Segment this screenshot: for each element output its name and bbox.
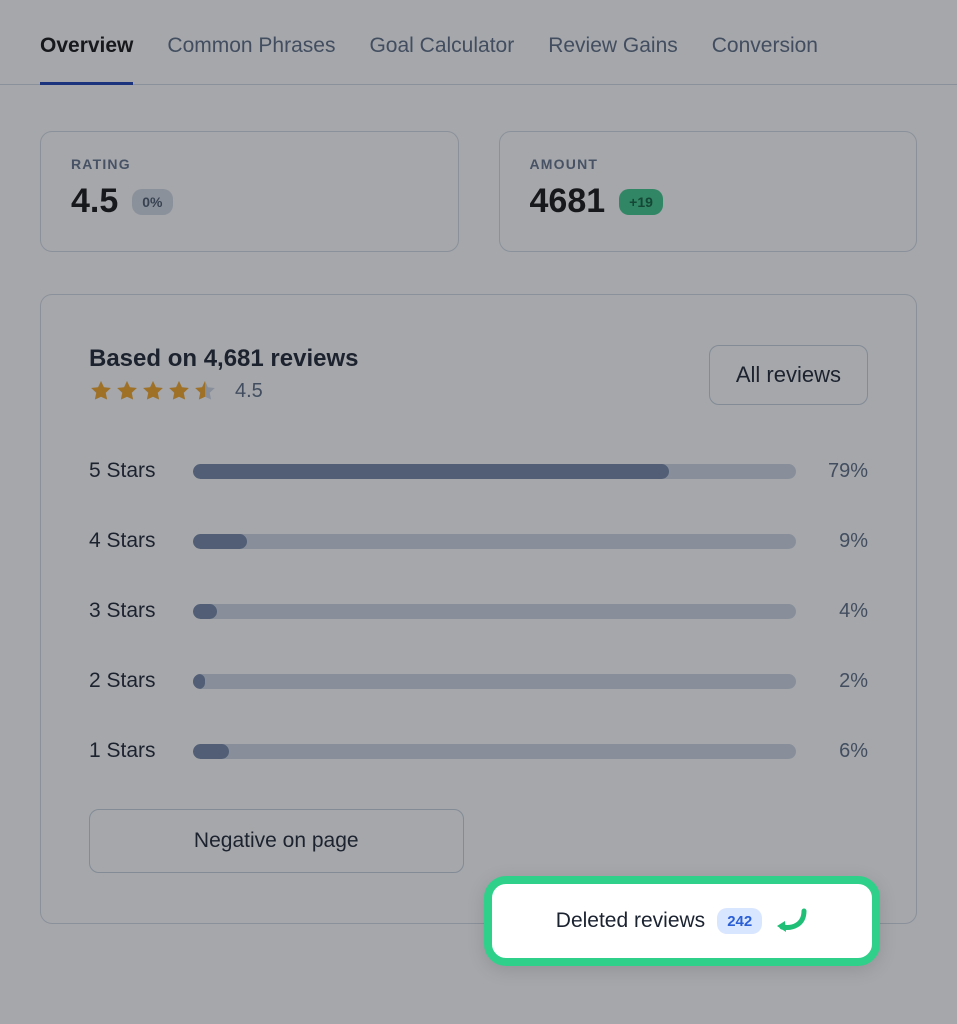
dist-bar-fill (193, 674, 205, 689)
stat-cards-row: RATING 4.5 0% AMOUNT 4681 +19 (0, 85, 957, 252)
dist-bar-fill (193, 534, 247, 549)
dist-row[interactable]: 1 Stars 6% (89, 739, 868, 763)
reviews-header: Based on 4,681 reviews 4.5 All reviews (89, 345, 868, 405)
dist-row[interactable]: 4 Stars 9% (89, 529, 868, 553)
dist-row[interactable]: 5 Stars 79% (89, 459, 868, 483)
amount-value: 4681 (530, 182, 606, 221)
stars-row: 4.5 (89, 379, 358, 403)
dist-row[interactable]: 2 Stars 2% (89, 669, 868, 693)
dist-bar (193, 464, 796, 479)
tab-conversion[interactable]: Conversion (712, 34, 818, 84)
dist-bar (193, 534, 796, 549)
amount-delta-pill: +19 (619, 189, 663, 215)
stars-rating-number: 4.5 (235, 380, 263, 403)
star-icon (167, 379, 191, 403)
arrow-curve-icon (774, 907, 808, 935)
deleted-reviews-label: Deleted reviews (556, 909, 705, 933)
dist-bar (193, 604, 796, 619)
rating-card: RATING 4.5 0% (40, 131, 459, 252)
rating-distribution: 5 Stars 79% 4 Stars 9% 3 Stars 4% 2 Stars 2% 1 S… (89, 459, 868, 763)
rating-card-value-row: 4.5 0% (71, 182, 428, 221)
amount-card-value-row: 4681 +19 (530, 182, 887, 221)
dist-row-pct: 2% (810, 670, 868, 693)
dist-row-label: 4 Stars (89, 529, 179, 553)
dist-row-pct: 4% (810, 600, 868, 623)
dist-row-label: 5 Stars (89, 459, 179, 483)
tab-goal-calculator[interactable]: Goal Calculator (369, 34, 514, 84)
tabs: Overview Common Phrases Goal Calculator … (0, 0, 957, 85)
dist-bar-fill (193, 744, 229, 759)
deleted-reviews-callout[interactable]: Deleted reviews 242 (484, 876, 880, 966)
negative-on-page-button[interactable]: Negative on page (89, 809, 464, 873)
bottom-buttons: Negative on page (89, 809, 868, 873)
star-icon (115, 379, 139, 403)
dist-row[interactable]: 3 Stars 4% (89, 599, 868, 623)
rating-value: 4.5 (71, 182, 118, 221)
deleted-reviews-count-pill: 242 (717, 908, 762, 934)
amount-card: AMOUNT 4681 +19 (499, 131, 918, 252)
tab-common-phrases[interactable]: Common Phrases (167, 34, 335, 84)
dist-bar (193, 674, 796, 689)
dist-row-pct: 6% (810, 740, 868, 763)
rating-card-label: RATING (71, 156, 428, 172)
dist-row-label: 1 Stars (89, 739, 179, 763)
dist-row-pct: 79% (810, 460, 868, 483)
star-icon (193, 379, 217, 403)
based-on-text: Based on 4,681 reviews (89, 345, 358, 373)
dist-bar-fill (193, 464, 669, 479)
star-icon (89, 379, 113, 403)
all-reviews-button[interactable]: All reviews (709, 345, 868, 405)
amount-card-label: AMOUNT (530, 156, 887, 172)
dist-row-label: 2 Stars (89, 669, 179, 693)
tab-review-gains[interactable]: Review Gains (548, 34, 678, 84)
dist-row-pct: 9% (810, 530, 868, 553)
page-root: Overview Common Phrases Goal Calculator … (0, 0, 957, 1024)
dist-bar (193, 744, 796, 759)
dist-row-label: 3 Stars (89, 599, 179, 623)
reviews-panel: Based on 4,681 reviews 4.5 All reviews 5… (40, 294, 917, 924)
reviews-summary: Based on 4,681 reviews 4.5 (89, 345, 358, 403)
stars-icon-group (89, 379, 217, 403)
dist-bar-fill (193, 604, 217, 619)
star-icon (141, 379, 165, 403)
tab-overview[interactable]: Overview (40, 34, 133, 85)
rating-delta-pill: 0% (132, 189, 172, 215)
